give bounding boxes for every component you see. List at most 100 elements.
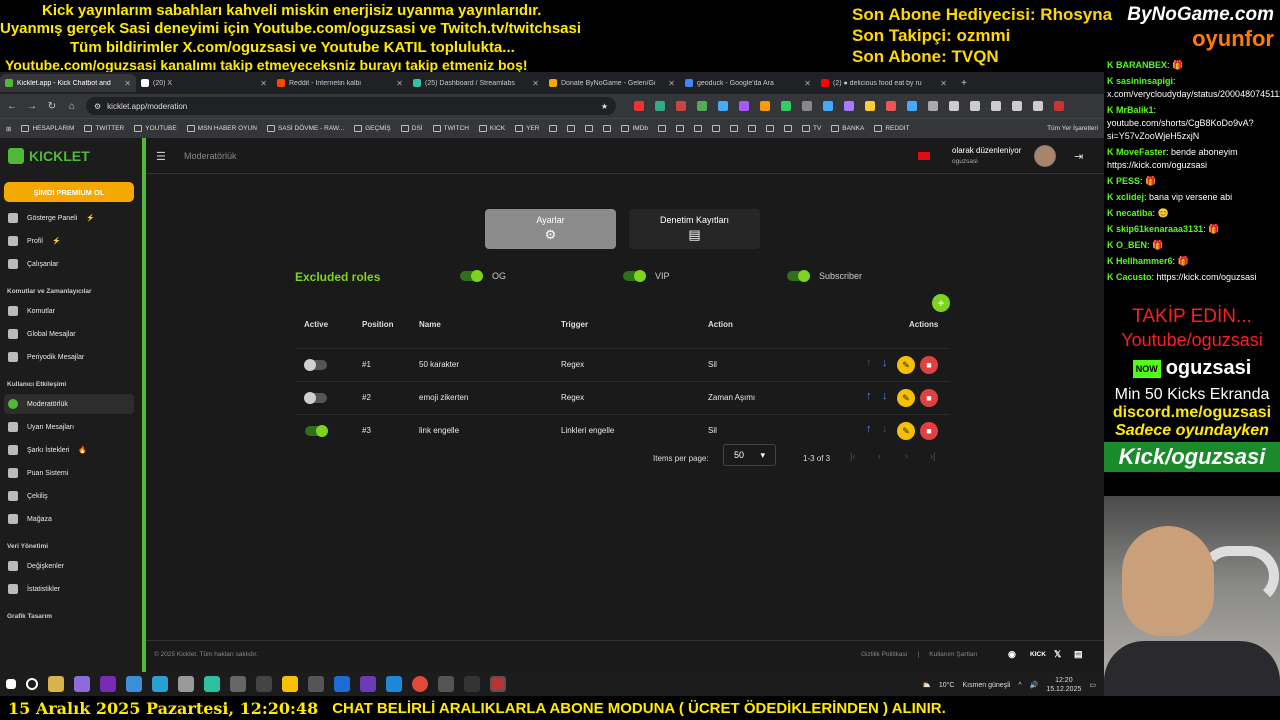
apps-grid-icon[interactable]: ⊞ [6,125,11,133]
app-icon[interactable] [152,676,168,692]
bookmark-star-icon[interactable]: ★ [601,102,608,111]
extension-icon[interactable] [1012,101,1022,111]
prev-page-icon[interactable]: ‹ [878,451,881,461]
move-up-icon[interactable]: ↑ [866,357,872,369]
browser-tab[interactable]: (25) Dashboard / Streamlabs ✕ [408,74,544,92]
browser-tab[interactable]: geoduck - Google'da Ara ✕ [680,74,816,92]
bookmark-item[interactable] [603,125,612,132]
sidebar-item[interactable]: Değişkenler [4,556,134,576]
language-flag-icon[interactable] [918,152,930,160]
sidebar-item[interactable]: Mağaza [4,509,134,529]
toggle-switch[interactable] [787,270,810,282]
bookmark-item[interactable]: MSN HABER OYUN [186,125,257,132]
extension-icon[interactable] [655,101,665,111]
app-icon[interactable] [178,676,194,692]
tab-settings[interactable]: Ayarlar ⚙ [485,209,616,249]
sidebar-item[interactable]: Profil ⚡ [4,231,134,251]
extension-icon[interactable] [886,101,896,111]
bookmark-item[interactable]: IMDb [621,125,648,132]
sidebar-item[interactable]: İstatistikler [4,579,134,599]
role-toggle[interactable]: OG [460,270,506,282]
camera-icon[interactable] [230,676,246,692]
new-tab-icon[interactable]: + [958,78,970,89]
items-per-page-select[interactable]: 50 ▾ [723,444,776,466]
bookmark-item[interactable] [765,125,774,132]
url-input[interactable]: ⚙ kicklet.app/moderation ★ [86,97,616,115]
role-toggle[interactable]: Subscriber [787,270,862,282]
volume-icon[interactable]: 🔊 [1030,681,1039,689]
start-icon[interactable] [6,679,16,689]
bookmark-item[interactable] [657,125,666,132]
back-icon[interactable]: ← [6,101,18,112]
kick-link[interactable]: KICK [1030,651,1046,658]
app-icon[interactable] [490,676,506,692]
browser-tab[interactable]: Donate ByNoGame - Gelen/Gi ✕ [544,74,680,92]
browser-tab[interactable]: (20) X ✕ [136,74,272,92]
browser-tab[interactable]: (2) ● delicious food eat by ru ✕ [816,74,952,92]
close-icon[interactable]: ✕ [804,79,811,88]
close-icon[interactable]: ✕ [532,79,539,88]
discord-icon[interactable]: ◉ [1008,649,1016,660]
move-down-icon[interactable]: ↓ [882,357,888,369]
menu-toggle-icon[interactable]: ☰ [156,150,166,163]
extension-icon[interactable] [634,101,644,111]
delete-button[interactable]: ■ [920,422,938,440]
active-toggle[interactable] [304,392,327,404]
edit-button[interactable]: ✎ [897,356,915,374]
bookmark-item[interactable]: REDDIT [874,125,910,132]
extension-icon[interactable] [928,101,938,111]
tab-audit-log[interactable]: Denetim Kayıtları ▤ [629,209,760,249]
bookmark-item[interactable]: TWITCH [432,125,469,132]
bookmark-item[interactable]: YOUTUBE [134,125,177,132]
first-page-icon[interactable]: |‹ [850,451,855,461]
sidebar-item[interactable]: Global Mesajlar [4,324,134,344]
app-icon[interactable] [360,676,376,692]
sidebar-item[interactable]: Moderatörlük [4,394,134,414]
edge-icon[interactable] [386,676,402,692]
table-row[interactable]: #1 50 karakter Regex Sil ↑ ↓ ✎ ■ [295,348,950,381]
bookmark-item[interactable]: HESAPLARIM [21,125,74,132]
extension-icon[interactable] [676,101,686,111]
bookmark-item[interactable]: SASİ DÖVME - RAW... [266,125,344,132]
move-down-icon[interactable]: ↓ [882,390,888,402]
move-down-icon[interactable]: ↓ [882,423,888,435]
extension-icon[interactable] [907,101,917,111]
bookmark-item[interactable]: DSİ [400,125,423,132]
extension-icon[interactable] [970,101,980,111]
extension-icon[interactable] [760,101,770,111]
tray-chevron-icon[interactable]: ^ [1018,682,1021,689]
table-row[interactable]: #3 link engelle Linkleri engelle Sil ↑ ↓ ✎ ■ [295,414,950,447]
toggle-switch[interactable] [623,270,646,282]
delete-button[interactable]: ■ [920,356,938,374]
extension-icon[interactable] [718,101,728,111]
extension-icon[interactable] [739,101,749,111]
extension-icon[interactable] [823,101,833,111]
reload-icon[interactable]: ↻ [46,101,58,112]
extension-icon[interactable] [1033,101,1043,111]
bookmark-item[interactable] [747,125,756,132]
browser-tab[interactable]: Reddit - İnternetin kalbi ✕ [272,74,408,92]
bookmark-item[interactable] [567,125,576,132]
app-icon[interactable] [282,676,298,692]
last-page-icon[interactable]: ›| [930,451,935,461]
document-icon[interactable]: ▤ [1074,649,1083,660]
notification-icon[interactable]: ▭ [1089,681,1096,689]
explorer-icon[interactable] [48,676,64,692]
close-icon[interactable]: ✕ [124,79,131,88]
extension-icon[interactable] [844,101,854,111]
sidebar-item[interactable]: Çalışanlar [4,254,134,274]
close-icon[interactable]: ✕ [396,79,403,88]
next-page-icon[interactable]: › [905,451,908,461]
active-toggle[interactable] [304,359,327,371]
sidebar-item[interactable]: Puan Sistemi [4,463,134,483]
site-info-icon[interactable]: ⚙ [94,102,101,111]
weather-temp[interactable]: 10°C [939,682,955,689]
bookmark-item[interactable] [783,125,792,132]
app-icon[interactable] [464,676,480,692]
move-up-icon[interactable]: ↑ [866,390,872,402]
extension-icon[interactable] [949,101,959,111]
sidebar-item[interactable]: Komutlar [4,301,134,321]
kicklet-logo[interactable]: KICKLET [8,148,90,164]
bookmark-item[interactable] [675,125,684,132]
delete-button[interactable]: ■ [920,389,938,407]
